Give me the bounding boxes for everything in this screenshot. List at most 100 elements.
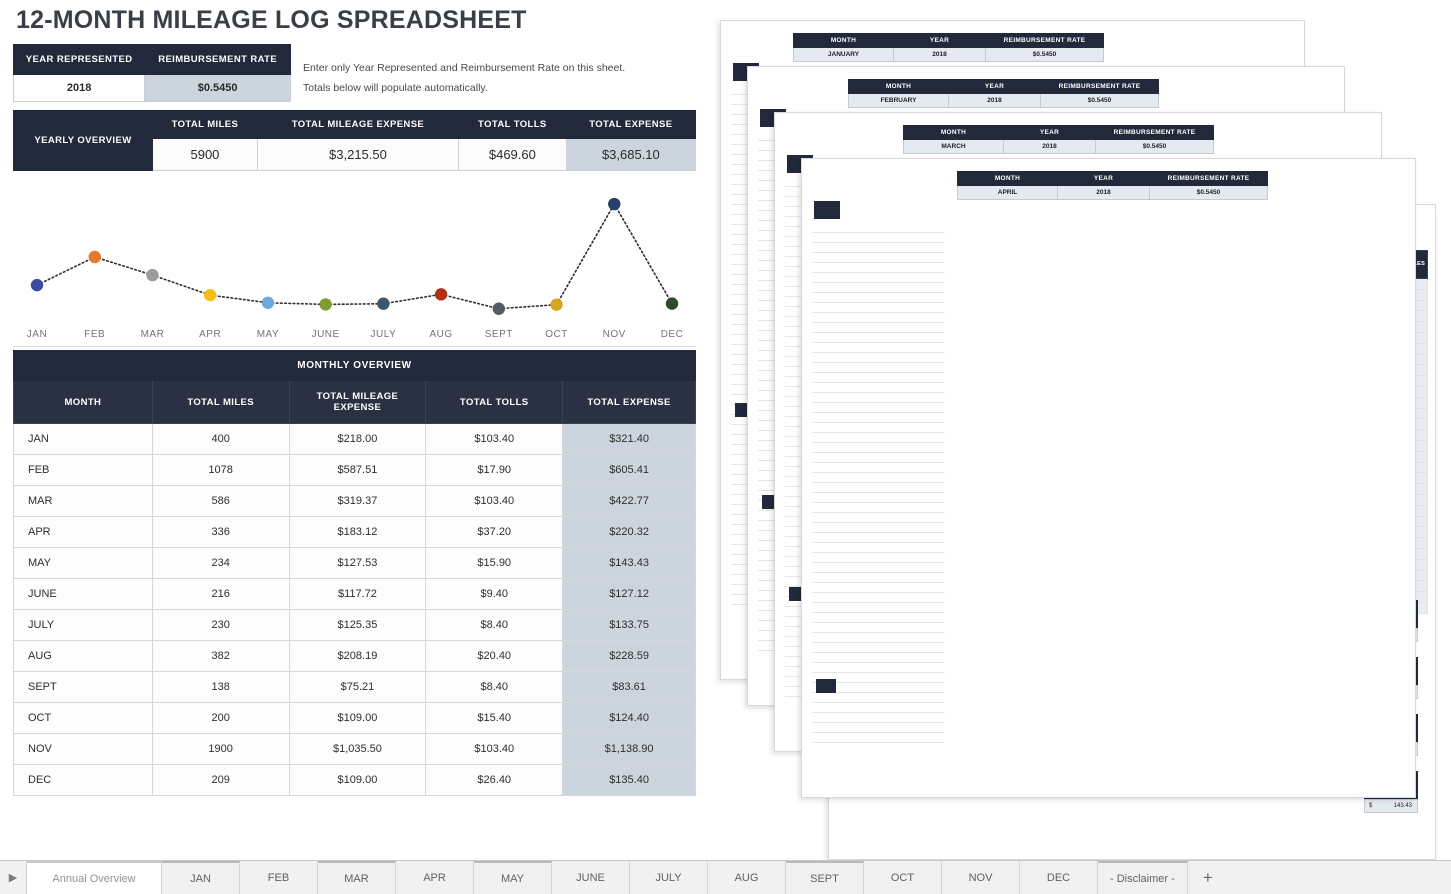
cell-total-tolls: $9.40	[425, 578, 564, 610]
cell-total-mileage-expense: $1,035.50	[288, 733, 427, 765]
cell-total-expense: $135.40	[562, 764, 696, 796]
table-row: JANUARY 2018 $0.5450	[793, 47, 1104, 62]
sheet-tab-dec[interactable]: DEC	[1020, 861, 1098, 894]
cell-month: OCT	[13, 702, 153, 734]
sheet-month-value: FEBRUARY	[848, 93, 949, 108]
table-row: MARCH 2018 $0.5450	[903, 139, 1214, 154]
grid-row	[812, 713, 945, 723]
sheet-tab-oct[interactable]: OCT	[864, 861, 942, 894]
chart-x-tick-label: OCT	[545, 329, 568, 340]
table-row: AUG 382 $208.19 $20.40 $228.59	[13, 640, 696, 672]
year-value-cell[interactable]: 2018	[12, 74, 146, 102]
yearly-total-tolls-header: TOTAL TOLLS	[458, 110, 567, 139]
cell-total-miles: 138	[151, 671, 290, 703]
chart-x-tick-label: JAN	[27, 329, 47, 340]
sheet-tab-disclaimer[interactable]: - Disclaimer -	[1098, 861, 1188, 894]
cell-total-mileage-expense: $587.51	[288, 454, 427, 486]
cell-month: APR	[13, 516, 153, 548]
sheet-tab-annual-overview[interactable]: Annual Overview	[26, 861, 162, 894]
cell-total-miles: 230	[151, 609, 290, 641]
cell-month: AUG	[13, 640, 153, 672]
table-row: JUNE 216 $117.72 $9.40 $127.12	[13, 578, 696, 610]
grid-row	[812, 383, 945, 393]
sheet-tab-jan[interactable]: JAN	[162, 861, 240, 894]
cell-month: SEPT	[13, 671, 153, 703]
instructions-line-1: Enter only Year Represented and Reimburs…	[303, 62, 626, 74]
sheet-header-stub	[814, 201, 840, 219]
sheet-month-value: MARCH	[903, 139, 1004, 154]
cell-total-miles: 1078	[151, 454, 290, 486]
rate-value-cell[interactable]: $0.5450	[144, 74, 291, 102]
sheet-rate-value: $0.5450	[1149, 185, 1268, 200]
cell-total-expense: $133.75	[562, 609, 696, 641]
chart-line-segment	[151, 274, 211, 296]
chart-x-tick-label: AUG	[430, 329, 453, 340]
grid-row	[812, 273, 945, 283]
sheet-tabs[interactable]: Annual Overview JAN FEB MAR APR MAY JUNE JULY AU…	[26, 861, 1228, 894]
sheet-tab-feb[interactable]: FEB	[240, 861, 318, 894]
sheet-tab-july[interactable]: JULY	[630, 861, 708, 894]
grid-row	[812, 493, 945, 503]
month-sheet-header-table: MONTH YEAR REIMBURSEMENT RATE MARCH 2018 $0.5…	[903, 125, 1214, 154]
grid-row	[812, 343, 945, 353]
sheet-tab-sept[interactable]: SEPT	[786, 861, 864, 894]
chart-series	[30, 197, 679, 315]
yearly-total-expense-value: $3,685.10	[565, 138, 697, 171]
grid-row	[812, 413, 945, 423]
grid-row	[812, 643, 945, 653]
yearly-total-expense-header: TOTAL EXPENSE	[565, 110, 697, 139]
sheet-tab-apr[interactable]: APR	[396, 861, 474, 894]
chart-x-tick-label: NOV	[603, 329, 626, 340]
cell-month: MAY	[13, 547, 153, 579]
tab-nav-next-icon[interactable]: ▶	[0, 861, 26, 894]
grid-row	[812, 573, 945, 583]
yearly-total-tolls-value: $469.60	[458, 138, 567, 171]
yearly-overview-table: YEARLY OVERVIEW TOTAL MILES TOTAL MILEAG…	[13, 110, 697, 171]
cell-total-expense: $127.12	[562, 578, 696, 610]
instructions: Enter only Year Represented and Reimburs…	[303, 58, 683, 98]
col-header-total-mileage-expense: TOTAL MILEAGE EXPENSE	[288, 380, 427, 424]
sheet-tab-bar[interactable]: ▶ Annual Overview JAN FEB MAR APR MAY JUNE JULY…	[0, 860, 1451, 894]
sheet-tab-nov[interactable]: NOV	[942, 861, 1020, 894]
col-header-total-expense: TOTAL EXPENSE	[562, 380, 696, 424]
sheet-rate-header: REIMBURSEMENT RATE	[1095, 125, 1214, 140]
sheet-year-header: YEAR	[1003, 125, 1096, 140]
yearly-overview-label: YEARLY OVERVIEW	[13, 110, 153, 171]
month-sheet-april[interactable]: MONTH YEAR REIMBURSEMENT RATE APRIL 2018 $0.5…	[801, 158, 1416, 798]
grid-row	[812, 463, 945, 473]
cell-total-mileage-expense: $218.00	[288, 423, 427, 455]
grid-row	[812, 373, 945, 383]
page-title: 12-MONTH MILEAGE LOG SPREADSHEET	[16, 6, 527, 34]
sheet-summary-stub	[816, 679, 836, 693]
table-header-row: MONTH YEAR REIMBURSEMENT RATE	[848, 79, 1159, 94]
cell-total-expense: $124.40	[562, 702, 696, 734]
sheet-rate-header: REIMBURSEMENT RATE	[985, 33, 1104, 48]
col-header-total-tolls: TOTAL TOLLS	[425, 380, 564, 424]
chart-line-segment	[209, 294, 269, 304]
grid-row	[812, 543, 945, 553]
grid-row	[812, 223, 945, 233]
yearly-total-miles-value: 5900	[152, 138, 258, 171]
sheet-year-value: 2018	[948, 93, 1041, 108]
chart-line-segment	[324, 302, 385, 306]
grid-row	[812, 233, 945, 243]
cell-total-tolls: $103.40	[425, 485, 564, 517]
table-row: NOV 1900 $1,035.50 $103.40 $1,138.90	[13, 733, 696, 765]
cell-total-mileage-expense: $319.37	[288, 485, 427, 517]
cell-total-expense: $422.77	[562, 485, 696, 517]
chart-data-point	[30, 278, 44, 292]
table-header-row: MONTH TOTAL MILES TOTAL MILEAGE EXPENSE …	[13, 380, 696, 424]
grid-row	[812, 403, 945, 413]
sheet-tab-june[interactable]: JUNE	[552, 861, 630, 894]
chart-line-segment	[440, 293, 500, 310]
sheet-tab-mar[interactable]: MAR	[318, 861, 396, 894]
cell-total-tolls: $26.40	[425, 764, 564, 796]
sheet-tab-may[interactable]: MAY	[474, 861, 552, 894]
grid-row	[812, 243, 945, 253]
cell-total-tolls: $20.40	[425, 640, 564, 672]
sheet-tab-aug[interactable]: AUG	[708, 861, 786, 894]
cell-month: NOV	[13, 733, 153, 765]
add-sheet-button[interactable]: +	[1187, 861, 1228, 894]
cell-total-miles: 200	[151, 702, 290, 734]
grid-row	[812, 703, 945, 713]
